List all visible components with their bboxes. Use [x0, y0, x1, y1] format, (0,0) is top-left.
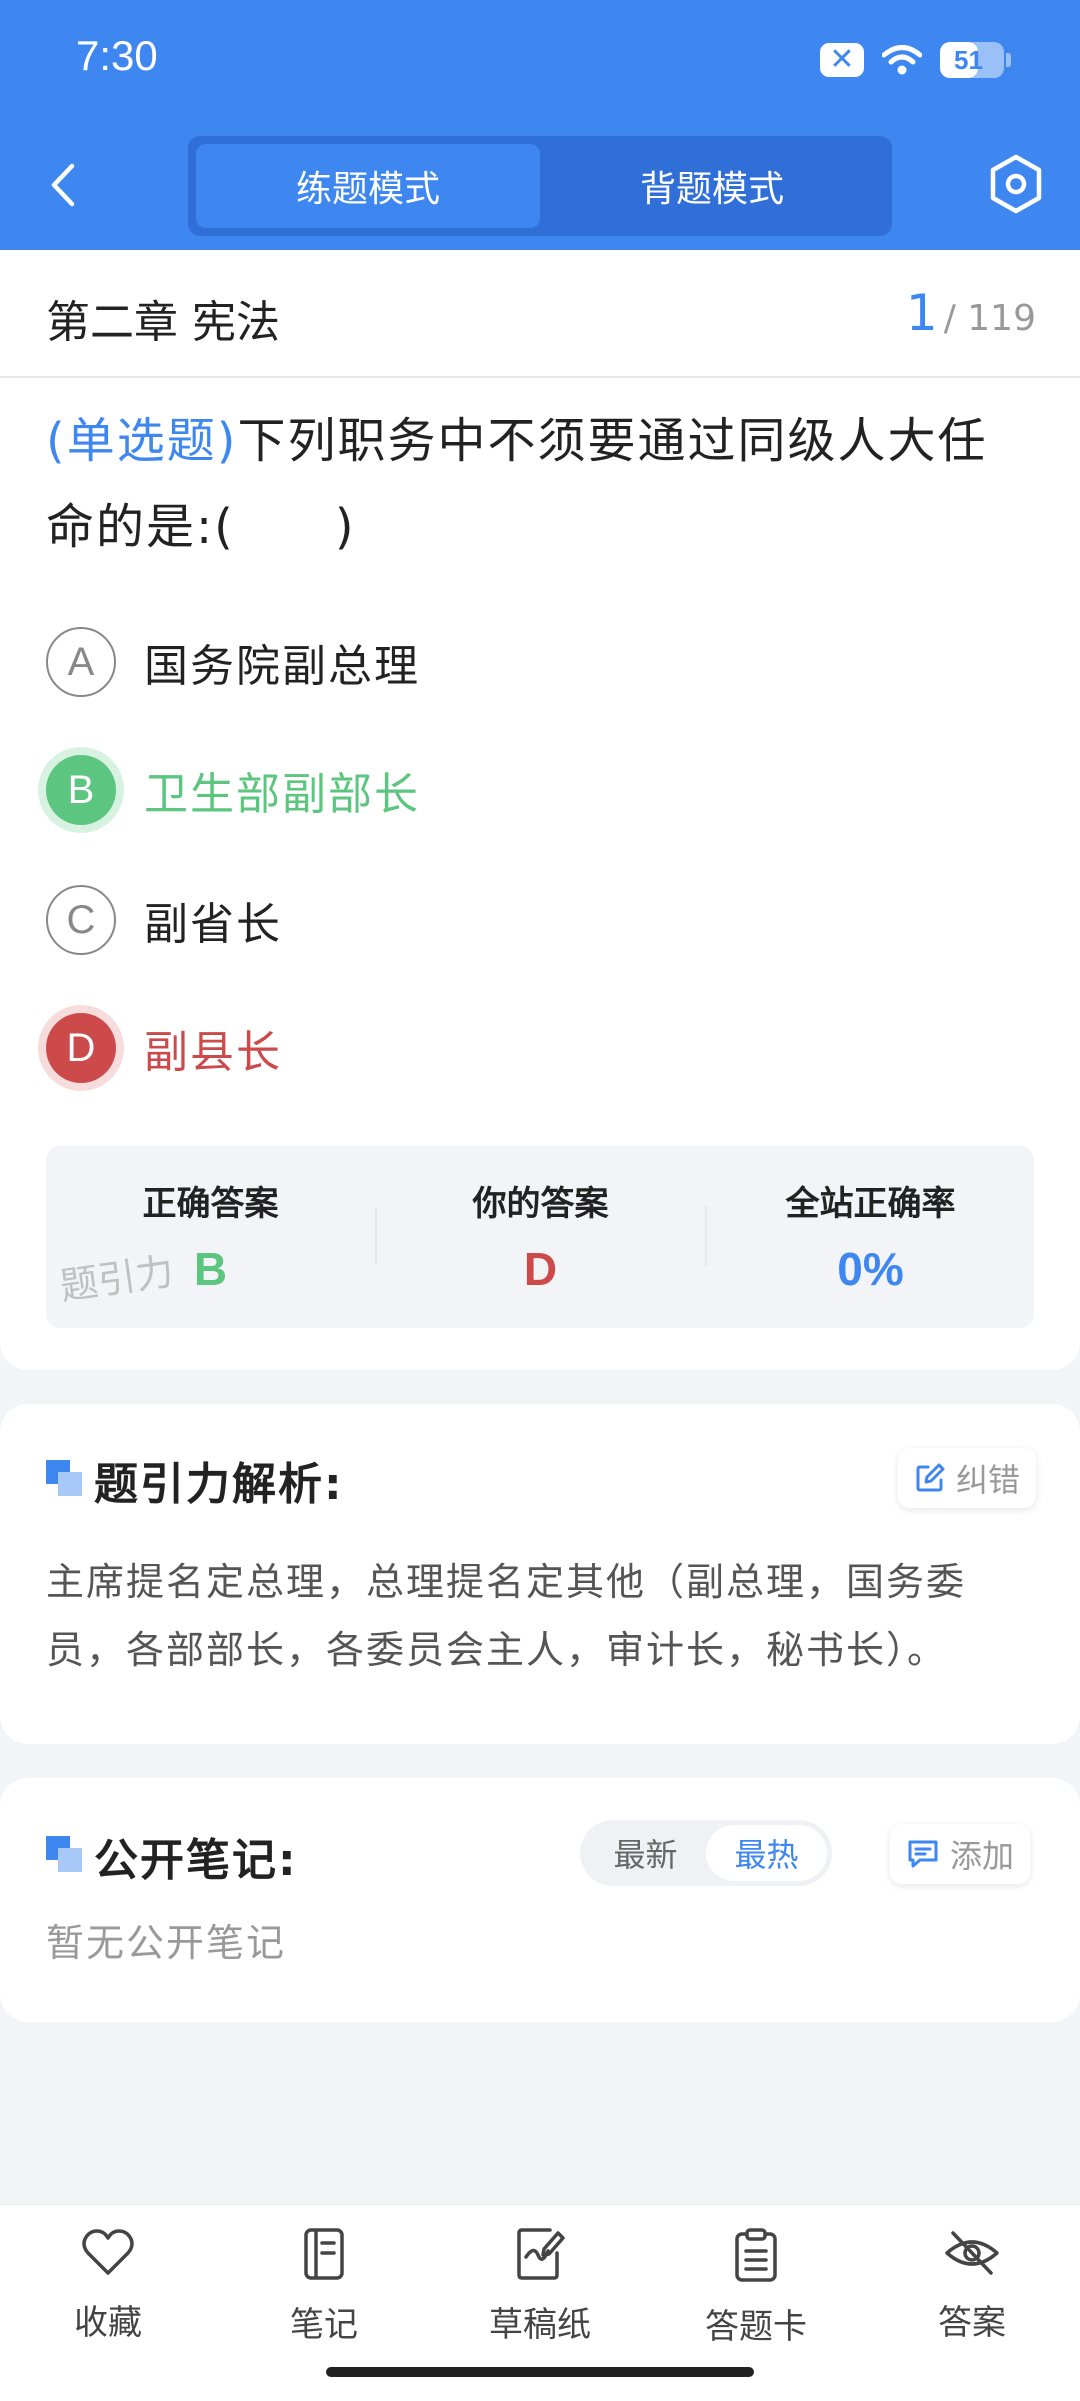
close-x-icon: ✕ [820, 43, 864, 77]
accuracy-rate-label: 全站正确率 [785, 1184, 956, 1224]
status-time: 7:30 [76, 32, 158, 79]
your-answer-label: 你的答案 [472, 1184, 609, 1224]
wifi-icon [882, 45, 922, 75]
empty-notes-text: 暂无公开笔记 [46, 1921, 287, 1965]
nav-label: 草稿纸 [489, 2305, 591, 2345]
option-text: 副省长 [144, 899, 282, 950]
add-note-label: 添加 [950, 1837, 1015, 1875]
notes-sort-toggle: 最新 最热 [580, 1820, 832, 1886]
option-text: 国务院副总理 [144, 641, 420, 692]
option-b[interactable]: B 卫生部副部长 [46, 750, 420, 830]
eye-off-icon [945, 2231, 999, 2275]
nav-label: 笔记 [290, 2305, 358, 2345]
sort-hottest[interactable]: 最热 [706, 1825, 827, 1881]
nav-favorite[interactable]: 收藏 [18, 2227, 198, 2357]
answer-sheet-icon [735, 2228, 777, 2282]
edit-icon [916, 1463, 945, 1492]
nav-label: 收藏 [74, 2303, 142, 2343]
nav-answer-sheet[interactable]: 答题卡 [666, 2227, 846, 2357]
nav-label: 答案 [938, 2303, 1006, 2343]
notes-title: 公开笔记: [94, 1835, 298, 1886]
report-error-label: 纠错 [956, 1461, 1021, 1499]
analysis-title: 题引力解析: [94, 1459, 344, 1510]
chevron-left-icon [51, 163, 75, 207]
report-error-button[interactable]: 纠错 [898, 1448, 1037, 1508]
nav-draft-paper[interactable]: 草稿纸 [450, 2227, 630, 2357]
comment-icon [908, 1840, 938, 1868]
option-a[interactable]: A 国务院副总理 [46, 622, 420, 702]
settings-button[interactable] [988, 152, 1044, 216]
section-squares-icon [46, 1836, 82, 1872]
draft-paper-icon [517, 2228, 565, 2280]
correct-answer-label: 正确答案 [142, 1184, 279, 1224]
notebook-icon [304, 2228, 344, 2280]
mode-switch: 练题模式 背题模式 [188, 136, 892, 236]
settings-hexagon-icon [990, 154, 1042, 214]
chapter-row: 第二章 宪法 1 / 119 [0, 250, 1080, 378]
your-answer-value: D [523, 1243, 558, 1295]
answer-summary: 正确答案 B 你的答案 D 全站正确率 0% 题引力 [46, 1146, 1034, 1328]
total-questions: / 119 [943, 298, 1036, 339]
your-answer-block: 你的答案 D [376, 1146, 705, 1328]
sort-latest[interactable]: 最新 [585, 1825, 706, 1881]
status-icons: ✕ 51 [820, 38, 1011, 82]
heart-icon [82, 2229, 134, 2275]
question-text: (单选题)下列职务中不须要通过同级人大任命的是:( ) [46, 398, 1036, 570]
home-indicator[interactable] [326, 2367, 754, 2377]
nav-answer[interactable]: 答案 [882, 2227, 1062, 2357]
analysis-text: 主席提名定总理，总理提名定其他（副总理，国务委员，各部部长，各委员会主人，审计长… [46, 1560, 967, 1672]
option-letter: C [46, 885, 116, 955]
accuracy-rate-block: 全站正确率 0% [706, 1146, 1034, 1328]
option-text: 卫生部副部长 [144, 769, 420, 820]
tab-memorize-mode[interactable]: 背题模式 [540, 144, 884, 228]
chapter-title: 第二章 宪法 [46, 297, 280, 348]
option-letter: A [46, 627, 116, 697]
section-squares-icon [46, 1460, 82, 1496]
option-letter: D [46, 1013, 116, 1083]
add-note-button[interactable]: 添加 [890, 1824, 1031, 1884]
back-button[interactable] [40, 155, 86, 215]
accuracy-rate-value: 0% [837, 1243, 904, 1295]
option-d[interactable]: D 副县长 [46, 1008, 282, 1088]
question-progress[interactable]: 1 / 119 [906, 284, 1036, 342]
option-text: 副县长 [144, 1027, 282, 1078]
battery-level: 51 [954, 44, 983, 75]
tab-practice-mode[interactable]: 练题模式 [196, 144, 540, 228]
option-c[interactable]: C 副省长 [46, 880, 282, 960]
battery-icon: 51 [940, 42, 1011, 78]
public-notes-card [0, 1778, 1080, 2022]
nav-notes[interactable]: 笔记 [234, 2227, 414, 2357]
option-letter: B [46, 755, 116, 825]
question-type: (单选题) [46, 413, 238, 469]
nav-label: 答题卡 [705, 2307, 807, 2347]
current-question-number: 1 [905, 284, 938, 342]
